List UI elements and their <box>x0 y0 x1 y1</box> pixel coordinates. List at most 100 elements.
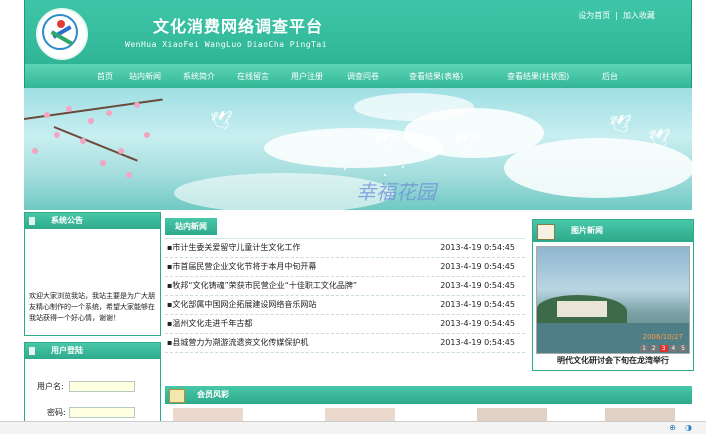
news-date: 2013-4-19 0:54:45 <box>440 281 515 290</box>
news-list: ▪市计生委关爱留守儿童计生文化工作 2013-4-19 0:54:45 ▪市首届民… <box>165 238 525 353</box>
blossom <box>32 148 38 154</box>
dove-image: 🕊 <box>609 114 632 135</box>
pager-1[interactable]: 1 <box>640 345 648 352</box>
password-label: 密码: <box>47 408 66 417</box>
login-header: 用户登陆 <box>25 343 160 359</box>
blossom <box>80 138 86 144</box>
blossom <box>66 106 72 112</box>
zoom-icon[interactable]: ⊕ <box>669 423 676 432</box>
password-input[interactable] <box>69 407 135 418</box>
sparkle <box>402 166 404 168</box>
news-title-text[interactable]: 牧邦“文化铸魂”荣获市民营企业“十佳职工文化品牌” <box>172 281 357 290</box>
banner-image: 🕊 🕊 🕊 🕊 🕊 幸福花园 <box>24 88 692 210</box>
sparkle <box>344 168 346 170</box>
folder-icon <box>169 389 185 403</box>
news-date: 2013-4-19 0:54:45 <box>440 262 515 271</box>
photo-news-header: 图片新闻 <box>533 220 693 242</box>
login-title: 用户登陆 <box>51 346 83 355</box>
building-shape <box>557 301 607 317</box>
header-bar-icon <box>29 217 35 225</box>
photo-news-caption[interactable]: 明代文化研讨会下旬在龙湾举行 <box>533 355 693 366</box>
banner-text: 幸福花园 <box>356 180 436 204</box>
member-title: 会员风彩 <box>197 390 229 399</box>
top-links-separator: | <box>615 11 618 20</box>
news-title[interactable]: ▪市计生委关爱留守儿童计生文化工作 <box>167 239 300 257</box>
notice-title: 系统公告 <box>51 216 83 225</box>
notice-text: 欢迎大家浏览我站，我站主要是为广大朋友精心制作的一个系统，希望大家能够在我站获得… <box>29 292 155 322</box>
news-title-text[interactable]: 市首届民营企业文化节将于本月中旬开幕 <box>172 262 316 271</box>
dove-image: 🕊 <box>454 132 477 153</box>
book-icon <box>537 224 555 240</box>
news-title-text[interactable]: 县城营力为溯游流遗资文化传媒保护机 <box>172 338 308 347</box>
pager-2[interactable]: 2 <box>649 345 658 352</box>
nav-system-intro[interactable]: 系统简介 <box>183 71 215 82</box>
site-logo[interactable] <box>36 8 88 60</box>
news-item: ▪县城营力为溯游流遗资文化传媒保护机 2013-4-19 0:54:45 <box>165 334 525 353</box>
news-date: 2013-4-19 0:54:45 <box>440 243 515 252</box>
nav-register[interactable]: 用户注册 <box>291 71 323 82</box>
news-item: ▪温州文化走进千年古都 2013-4-19 0:54:45 <box>165 315 525 334</box>
cloud <box>354 93 474 121</box>
news-title[interactable]: ▪温州文化走进千年古都 <box>167 315 252 333</box>
news-title[interactable]: ▪市首届民营企业文化节将于本月中旬开幕 <box>167 258 316 276</box>
login-box: 用户登陆 用户名: 密码: <box>24 342 161 424</box>
nav-survey[interactable]: 调查问卷 <box>347 71 379 82</box>
site-subtitle: WenHua XiaoFei WangLuo DiaoCha PingTai <box>125 40 328 49</box>
security-icon[interactable]: ◑ <box>685 423 692 432</box>
member-header: 会员风彩 <box>165 386 692 404</box>
username-label: 用户名: <box>37 382 64 391</box>
photo-pager: 1 2 3 4 5 <box>640 345 687 352</box>
photo-news-title: 图片新闻 <box>571 226 603 235</box>
add-favorite-link[interactable]: 加入收藏 <box>623 11 655 20</box>
nav-guestbook[interactable]: 在线留言 <box>237 71 269 82</box>
news-section: 站内新闻 ▪市计生委关爱留守儿童计生文化工作 2013-4-19 0:54:45 … <box>165 218 525 353</box>
news-title-text[interactable]: 市计生委关爱留守儿童计生文化工作 <box>172 243 300 252</box>
photo-news-box: 图片新闻 2006/10/27 1 2 3 4 5 明代文化研讨会下旬在龙湾举行 <box>532 219 694 371</box>
news-tab[interactable]: 站内新闻 <box>165 218 217 235</box>
header-bar-icon <box>29 347 35 355</box>
set-homepage-link[interactable]: 设为首页 <box>578 11 610 20</box>
blossom <box>88 118 94 124</box>
blossom <box>106 110 112 116</box>
news-item: ▪市计生委关爱留守儿童计生文化工作 2013-4-19 0:54:45 <box>165 239 525 258</box>
news-title[interactable]: ▪文化部属中国网企拓展建设网络音乐网站 <box>167 296 316 314</box>
nav-home[interactable]: 首页 <box>97 71 113 82</box>
notice-header: 系统公告 <box>25 213 160 229</box>
dove-image: 🕊 <box>210 110 233 131</box>
news-item: ▪市首届民营企业文化节将于本月中旬开幕 2013-4-19 0:54:45 <box>165 258 525 277</box>
photo-date-stamp: 2006/10/27 <box>642 333 683 341</box>
dove-image: 🕊 <box>648 128 671 149</box>
news-item: ▪牧邦“文化铸魂”荣获市民营企业“十佳职工文化品牌” 2013-4-19 0:54… <box>165 277 525 296</box>
main-nav: 首页 站内新闻 系统简介 在线留言 用户注册 调查问卷 查看结果(表格) 查看结… <box>24 64 692 88</box>
nav-results-table[interactable]: 查看结果(表格) <box>409 71 463 82</box>
sparkle <box>324 154 326 156</box>
news-title[interactable]: ▪牧邦“文化铸魂”荣获市民营企业“十佳职工文化品牌” <box>167 277 357 295</box>
blossom <box>44 112 50 118</box>
nav-results-chart[interactable]: 查看结果(柱状图) <box>507 71 569 82</box>
sparkle <box>364 160 366 162</box>
news-title-text[interactable]: 温州文化走进千年古都 <box>172 319 252 328</box>
pager-3[interactable]: 3 <box>659 345 668 352</box>
blossom <box>134 102 140 108</box>
site-title: 文化消费网络调查平台 <box>153 17 324 36</box>
news-date: 2013-4-19 0:54:45 <box>440 319 515 328</box>
news-date: 2013-4-19 0:54:45 <box>440 338 515 347</box>
photo-news-image[interactable]: 2006/10/27 1 2 3 4 5 <box>536 246 690 354</box>
logo-figure-head <box>57 20 65 28</box>
news-title-text[interactable]: 文化部属中国网企拓展建设网络音乐网站 <box>172 300 316 309</box>
nav-admin[interactable]: 后台 <box>602 71 618 82</box>
blossom <box>118 148 124 154</box>
pager-4[interactable]: 4 <box>669 345 678 352</box>
news-item: ▪文化部属中国网企拓展建设网络音乐网站 2013-4-19 0:54:45 <box>165 296 525 315</box>
news-title[interactable]: ▪县城营力为溯游流遗资文化传媒保护机 <box>167 334 308 352</box>
browser-status-bar: ⊕ ◑ <box>0 421 706 434</box>
blossom <box>100 160 106 166</box>
notice-box: 系统公告 欢迎大家浏览我站，我站主要是为广大朋友精心制作的一个系统，希望大家能够… <box>24 212 161 336</box>
nav-site-news[interactable]: 站内新闻 <box>129 71 161 82</box>
username-input[interactable] <box>69 381 135 392</box>
top-links: 设为首页 | 加入收藏 <box>578 10 655 21</box>
pager-5[interactable]: 5 <box>679 345 687 352</box>
blossom <box>126 172 132 178</box>
news-date: 2013-4-19 0:54:45 <box>440 300 515 309</box>
page-wrapper: 文化消费网络调查平台 WenHua XiaoFei WangLuo DiaoCh… <box>24 0 692 210</box>
